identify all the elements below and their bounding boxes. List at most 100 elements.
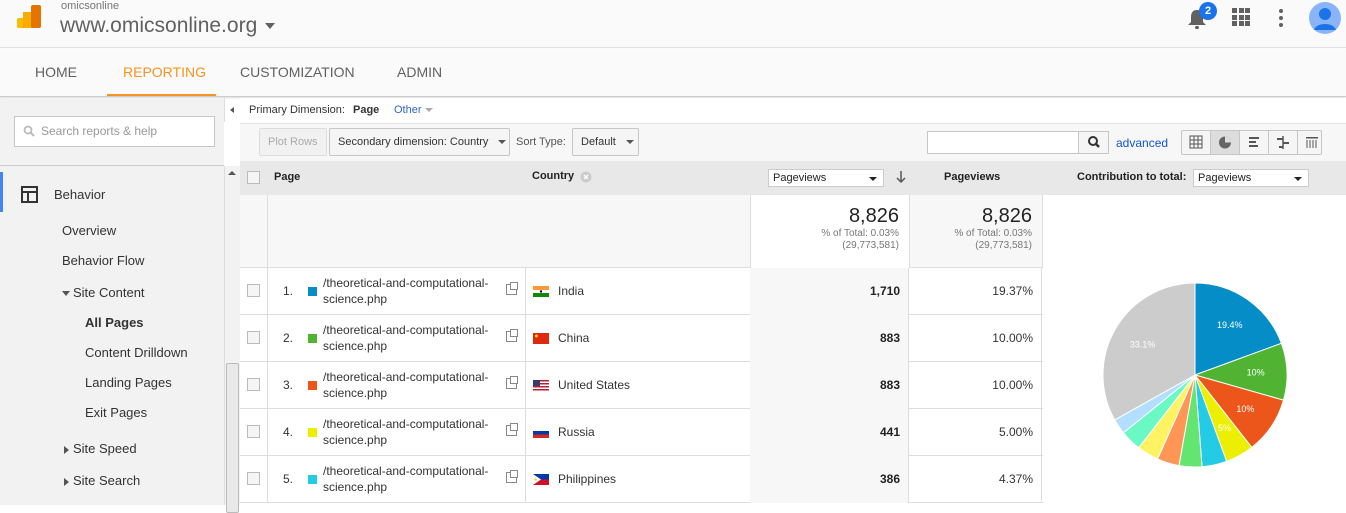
country-name[interactable]: United States [558, 378, 630, 392]
page-link[interactable]: /theoretical-and-computational-science.p… [323, 463, 503, 495]
china-flag-icon [533, 333, 549, 344]
property-selector[interactable]: www.omicsonline.org [60, 14, 276, 38]
contribution-value: 4.37% [910, 456, 1042, 503]
scrollbar-thumb[interactable] [226, 363, 239, 513]
total-pct: % of Total: 0.03% [821, 228, 899, 239]
apps-grid-icon[interactable] [1232, 8, 1250, 26]
tab-customization[interactable]: CUSTOMIZATION [224, 49, 371, 96]
sidebar-item-landing-pages[interactable]: Landing Pages [85, 375, 172, 390]
sort-descending-icon[interactable] [895, 170, 907, 184]
row-select-cell [240, 362, 268, 409]
bar-chart-icon [1249, 137, 1259, 147]
view-table-button[interactable] [1182, 131, 1211, 154]
pie-data-label: 33.1% [1130, 339, 1156, 349]
secondary-dimension-select[interactable]: Secondary dimension: Country [329, 128, 510, 156]
row-checkbox[interactable] [247, 425, 260, 438]
row-select-cell [240, 456, 268, 503]
pageviews-value: 441 [750, 409, 909, 456]
series-color-swatch [308, 475, 317, 484]
caret-right-icon [64, 445, 69, 454]
series-color-swatch [308, 287, 317, 296]
open-external-link-icon[interactable] [506, 376, 518, 389]
row-checkbox[interactable] [247, 284, 260, 297]
country-name[interactable]: Russia [558, 425, 595, 439]
search-icon [23, 125, 35, 137]
sort-type-value: Default [581, 136, 616, 148]
report-area: Primary Dimension: Page Other Plot Rows … [240, 98, 1346, 505]
open-external-link-icon[interactable] [506, 423, 518, 436]
row-checkbox[interactable] [247, 378, 260, 391]
tab-admin[interactable]: ADMIN [381, 49, 458, 96]
remove-dimension-icon[interactable] [580, 171, 592, 183]
page-link[interactable]: /theoretical-and-computational-science.p… [323, 369, 503, 401]
pie-data-label: 10% [1247, 368, 1265, 378]
view-performance-button[interactable] [1240, 131, 1269, 154]
row-checkbox[interactable] [247, 472, 260, 485]
primary-dimension-page[interactable]: Page [353, 104, 379, 116]
open-external-link-icon[interactable] [506, 282, 518, 295]
philippines-flag-icon [533, 474, 549, 485]
sidebar-item-content-drilldown[interactable]: Content Drilldown [85, 345, 188, 360]
table-header: Page Country Pageviews Pageviews Contrib… [240, 161, 1346, 195]
total-value: 8,826 [848, 205, 899, 227]
page-link[interactable]: /theoretical-and-computational-science.p… [323, 416, 503, 448]
contribution-value: 10.00% [910, 362, 1042, 409]
contribution-select[interactable]: Pageviews [1193, 169, 1309, 187]
open-external-link-icon[interactable] [506, 329, 518, 342]
total-pct: % of Total: 0.03% [954, 228, 1032, 239]
view-comparison-button[interactable] [1269, 131, 1298, 154]
column-header-pageviews[interactable]: Pageviews [944, 171, 1000, 183]
sort-type-select[interactable]: Default [572, 128, 639, 156]
sidebar-item-site-search[interactable]: Site Search [64, 473, 140, 488]
row-checkbox[interactable] [247, 331, 260, 344]
collapse-sidebar-button[interactable] [224, 98, 240, 122]
series-color-swatch [308, 381, 317, 390]
sidebar-item-exit-pages[interactable]: Exit Pages [85, 405, 147, 420]
table-search-button[interactable] [1078, 132, 1108, 153]
sidebar: Search reports & help Behavior Overview … [0, 98, 224, 505]
row-index: 2. [283, 331, 294, 345]
view-pivot-button[interactable] [1298, 131, 1326, 154]
notification-badge[interactable]: 2 [1199, 2, 1217, 20]
open-external-link-icon[interactable] [506, 470, 518, 483]
totals-row: 8,826 % of Total: 0.03% (29,773,581) 8,8… [240, 195, 1346, 268]
country-name[interactable]: China [558, 331, 589, 345]
metric-select-value: Pageviews [773, 172, 827, 184]
main-nav: HOME REPORTING CUSTOMIZATION ADMIN [0, 49, 1346, 97]
search-reports-input[interactable]: Search reports & help [14, 116, 215, 147]
analytics-logo-icon[interactable] [17, 5, 43, 31]
sidebar-item-site-speed[interactable]: Site Speed [64, 441, 137, 456]
table-filter-input[interactable] [927, 131, 1109, 154]
page-link[interactable]: /theoretical-and-computational-science.p… [323, 322, 503, 354]
column-header-page[interactable]: Page [274, 171, 300, 183]
sidebar-item-overview[interactable]: Overview [62, 223, 116, 238]
plot-rows-button[interactable]: Plot Rows [259, 128, 327, 156]
contribution-value: 5.00% [910, 409, 1042, 456]
tab-reporting[interactable]: REPORTING [107, 49, 216, 96]
primary-dimension-bar: Primary Dimension: Page Other [240, 98, 1346, 123]
sidebar-scrollbar[interactable] [224, 166, 240, 513]
advanced-filter-link[interactable]: advanced [1116, 136, 1168, 150]
sidebar-item-all-pages[interactable]: All Pages [85, 315, 144, 330]
more-vert-icon[interactable] [1278, 9, 1283, 27]
column-header-country[interactable]: Country [532, 170, 574, 182]
view-pie-button[interactable] [1211, 131, 1240, 154]
row-index: 1. [283, 284, 294, 298]
metric-select[interactable]: Pageviews [768, 169, 884, 187]
sidebar-item-behavior-flow[interactable]: Behavior Flow [62, 253, 144, 268]
page-link[interactable]: /theoretical-and-computational-science.p… [323, 275, 503, 307]
country-name[interactable]: India [558, 284, 584, 298]
primary-dimension-other[interactable]: Other [394, 104, 433, 116]
caret-right-icon [64, 477, 69, 486]
view-mode-group [1181, 130, 1322, 155]
sidebar-section-behavior[interactable]: Behavior [54, 187, 105, 202]
select-all-checkbox[interactable] [247, 171, 260, 184]
country-name[interactable]: Philippines [558, 472, 616, 486]
pageviews-value: 883 [750, 315, 909, 362]
caret-left-icon [230, 107, 234, 113]
sidebar-item-site-content[interactable]: Site Content [62, 285, 145, 300]
tab-home[interactable]: HOME [19, 49, 93, 96]
total-pageviews-contribution: 8,826 % of Total: 0.03% (29,773,581) [910, 195, 1043, 268]
account-avatar-icon[interactable] [1309, 2, 1341, 34]
scroll-up-arrow-icon[interactable] [225, 167, 239, 179]
